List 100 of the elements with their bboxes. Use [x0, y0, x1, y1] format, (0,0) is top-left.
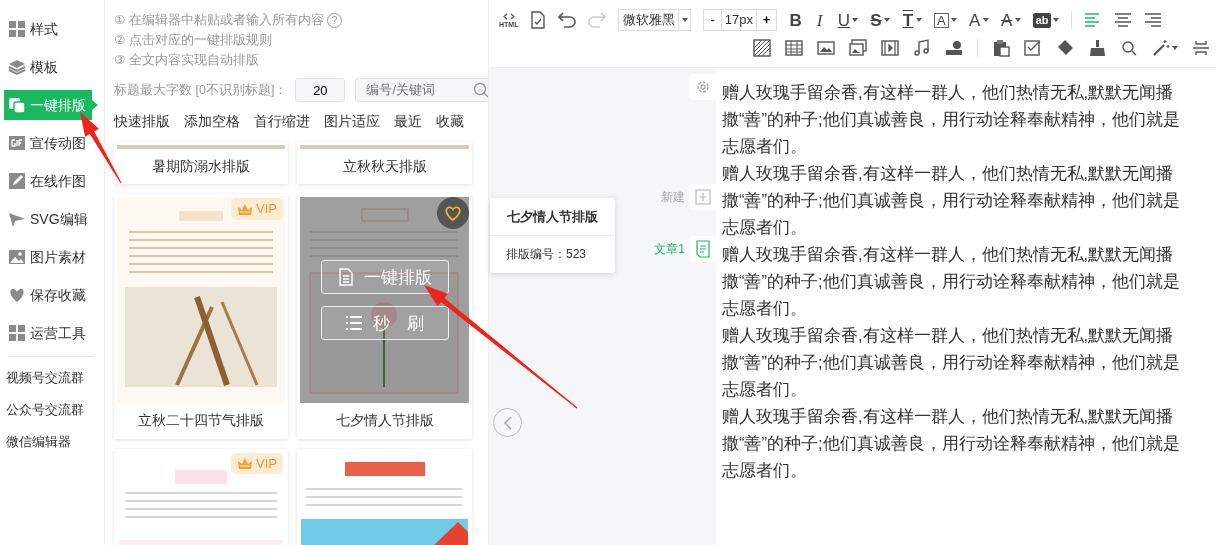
search-field[interactable]: 编号/关键词	[355, 78, 488, 102]
magic-button[interactable]	[1152, 39, 1178, 57]
video-button[interactable]	[881, 39, 899, 57]
undo-button[interactable]	[558, 11, 577, 29]
hatch-icon	[753, 39, 771, 57]
increase-size-button[interactable]: +	[756, 10, 777, 30]
filter-tab[interactable]: 图片适应	[324, 111, 380, 132]
align-button[interactable]	[1144, 11, 1163, 29]
eraser-icon	[1056, 39, 1074, 57]
table-button[interactable]	[785, 39, 803, 57]
copy-icon	[8, 96, 26, 114]
tooltip-number: 排版编号：523	[505, 245, 588, 263]
filter-tab[interactable]: 最近	[394, 111, 422, 132]
table-icon	[785, 39, 803, 57]
chevron-left-icon	[502, 415, 513, 430]
align-button[interactable]	[1114, 11, 1133, 29]
format-button[interactable]: U	[837, 11, 858, 29]
brush-button[interactable]	[1088, 39, 1106, 57]
rule-button[interactable]	[1192, 39, 1210, 57]
instruction-text: ② 点击对应的一键排版规则	[114, 32, 272, 49]
eraser-button[interactable]	[1056, 39, 1074, 57]
format-button[interactable]: T	[901, 11, 922, 29]
checkbox-icon	[1024, 39, 1042, 57]
stamp-icon	[945, 39, 963, 57]
font-dropdown[interactable]: 微软雅黑	[618, 9, 692, 31]
template-card[interactable]: 一键排版 秒 刷 七夕情人节排版	[297, 194, 472, 439]
filter-tab[interactable]: 首行缩进	[254, 111, 310, 132]
redo-icon	[588, 11, 607, 29]
sidebar-item[interactable]: 运营工具	[4, 318, 98, 348]
gif-icon	[8, 134, 26, 152]
sidebar-item[interactable]: SVG编辑	[4, 204, 98, 234]
filter-tab[interactable]: 收藏	[436, 111, 464, 132]
paper-plane-icon	[8, 210, 26, 228]
template-title: 暑期防溺水排版	[151, 158, 251, 176]
align-center-icon	[1114, 11, 1133, 29]
editor-paragraph: 赠人玫瑰手留余香,有这样一群人，他们热情无私,默默无闻播撒“善”的种子;他们真诚善良，用行动诠释奉献精神，他们就是志愿者们。	[722, 244, 1181, 319]
group-link[interactable]: 微信编辑器	[6, 433, 104, 451]
sidebar-item[interactable]: 图片素材	[4, 242, 98, 272]
crown-icon	[237, 202, 254, 216]
image-button[interactable]	[817, 39, 835, 57]
broom-icon	[1088, 39, 1106, 57]
editor-paragraph: 赠人玫瑰手留余香,有这样一群人，他们热情无私,默默无闻播撒“善”的种子;他们真诚善良，用行动诠释奉献精神，他们就是志愿者们。	[722, 82, 1181, 157]
filter-tab[interactable]: 快速排版	[114, 111, 170, 132]
texture-button[interactable]	[753, 39, 771, 57]
code-icon	[502, 12, 515, 20]
font-size-field[interactable]: 17px	[720, 10, 757, 30]
stamp-button[interactable]	[945, 39, 963, 57]
divider-icon	[1192, 39, 1210, 57]
template-card[interactable]: VIP 立秋二十四节气排版	[114, 194, 288, 439]
caret-icon	[681, 18, 688, 22]
image-icon	[817, 39, 835, 57]
music-button[interactable]	[913, 39, 931, 57]
sidebar-item[interactable]: 在线作图	[4, 166, 98, 196]
format-button[interactable]: A	[1000, 11, 1021, 29]
instruction-text: ① 在编辑器中粘贴或者输入所有内容	[114, 12, 324, 29]
check-button[interactable]	[1024, 39, 1042, 57]
grid-icon	[8, 20, 26, 38]
sidebar-item[interactable]: 模板	[4, 52, 98, 82]
template-card[interactable]: 立秋秋天排版	[297, 142, 472, 185]
image-icon	[8, 248, 26, 266]
replace-button[interactable]	[1120, 39, 1138, 57]
group-link[interactable]: 视频号交流群	[6, 369, 104, 387]
paste-button[interactable]	[992, 39, 1010, 57]
format-button[interactable]: B	[789, 11, 802, 29]
sidebar-item[interactable]: 保存收藏	[4, 280, 98, 310]
layers-icon	[8, 58, 26, 76]
film-icon	[881, 39, 899, 57]
group-link[interactable]: 公众号交流群	[6, 401, 104, 419]
filter-tab[interactable]: 添加空格	[184, 111, 240, 132]
pencil-icon	[8, 172, 26, 190]
grid-icon	[8, 324, 26, 342]
heart-icon	[8, 286, 26, 304]
new-label: 新建	[661, 189, 685, 206]
instruction-text: ③ 全文内容实现自动排版	[114, 52, 259, 69]
heart-icon	[444, 205, 462, 222]
magic-wand-icon	[1152, 39, 1170, 57]
document-icon	[695, 240, 710, 258]
format-button[interactable]: S	[869, 11, 890, 29]
images-button[interactable]	[849, 39, 867, 57]
search-icon	[473, 82, 488, 98]
template-card[interactable]: 暑期防溺水排版	[114, 142, 288, 185]
caret-icon	[1172, 46, 1178, 50]
template-title: 立秋二十四节气排版	[137, 412, 265, 431]
music-note-icon	[913, 39, 931, 57]
undo-icon	[558, 11, 577, 29]
max-title-field[interactable]: 20	[295, 78, 346, 102]
template-title: 七夕情人节排版	[334, 412, 435, 431]
list-icon	[345, 315, 363, 332]
template-title: 立秋秋天排版	[341, 158, 428, 176]
sidebar-item[interactable]: 样式	[4, 14, 98, 44]
format-button[interactable]: A	[968, 11, 989, 29]
decrease-size-button[interactable]: -	[704, 10, 721, 30]
clipboard-icon	[992, 39, 1010, 57]
editor-paragraph: 赠人玫瑰手留余香,有这样一群人，他们热情无私,默默无闻播撒“善”的种子;他们真诚善良，用行动诠释奉献精神，他们就是志愿者们。	[722, 325, 1181, 400]
document-icon	[337, 268, 354, 287]
save-button[interactable]	[530, 11, 547, 29]
editor-paragraph: 赠人玫瑰手留余香,有这样一群人，他们热情无私,默默无闻播撒“善”的种子;他们真诚善良，用行动诠释奉献精神，他们就是志愿者们。	[722, 406, 1181, 481]
align-right-icon	[1144, 11, 1163, 29]
tooltip-title: 七夕情人节排版	[490, 198, 615, 236]
format-button[interactable]: I	[813, 11, 826, 29]
